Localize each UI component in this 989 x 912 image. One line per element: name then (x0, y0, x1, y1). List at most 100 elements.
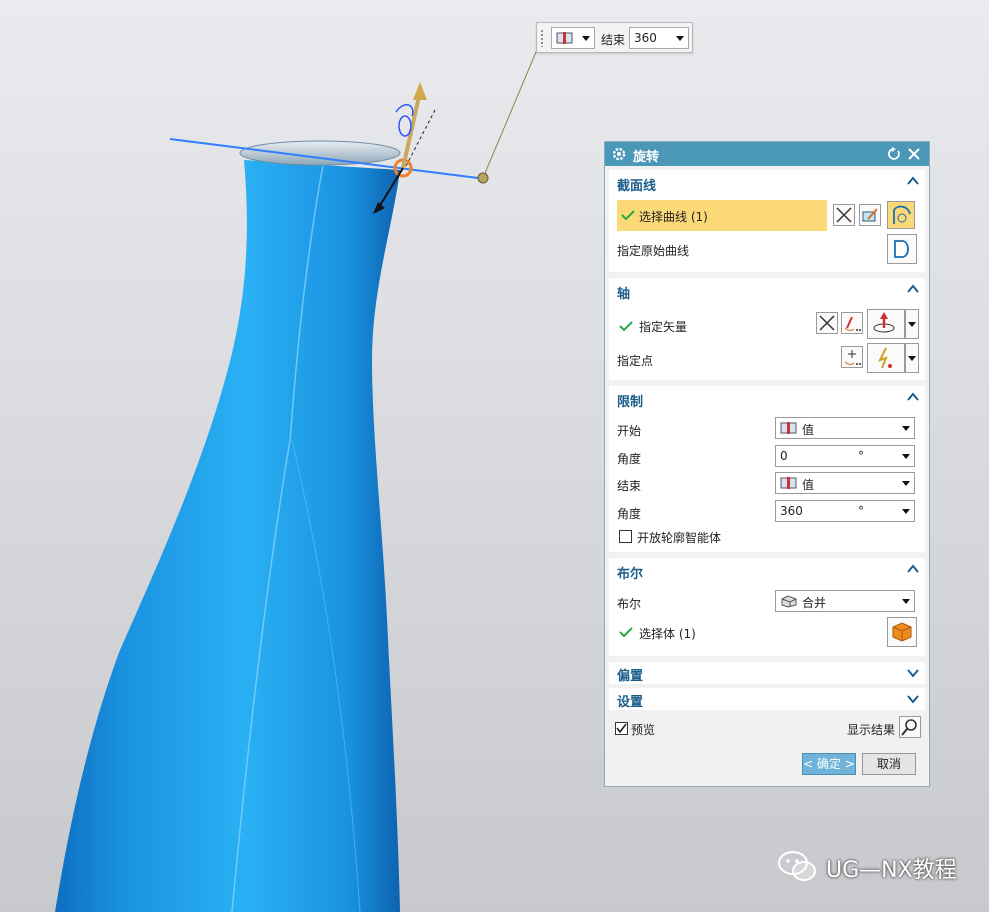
limit-type-dropdown[interactable] (551, 27, 595, 49)
boolean-label: 布尔 (617, 597, 642, 611)
unite-icon (781, 595, 797, 608)
section-header[interactable]: 布尔 (617, 563, 643, 582)
end-value-text: 360 (634, 31, 657, 45)
settings-group[interactable]: 设置 (609, 688, 925, 710)
value-book-icon (780, 422, 797, 434)
vector-more-dropdown[interactable] (905, 309, 919, 339)
end-label: 结束 (617, 479, 642, 493)
value-book-icon (556, 32, 573, 44)
wechat-logo-icon (778, 851, 816, 881)
original-curve-button[interactable] (887, 234, 917, 264)
boolean-type-select[interactable]: 合并 (775, 590, 915, 612)
select-body-label: 选择体 (1) (639, 627, 696, 641)
start-angle-field[interactable]: 0 ° (775, 445, 915, 467)
bottle-rim (239, 140, 401, 166)
start-type-select[interactable]: 值 (775, 417, 915, 439)
chevron-down-icon (902, 599, 910, 604)
point-dialog-button[interactable] (841, 346, 863, 368)
gear-icon (612, 147, 626, 161)
reverse-vector-button[interactable] (816, 312, 838, 334)
magnifier-icon (901, 719, 917, 736)
watermark-text: UG—NX教程 (826, 858, 957, 883)
preview-checkbox[interactable] (615, 722, 628, 735)
open-profile-label: 开放轮廓智能体 (637, 531, 722, 545)
limits-group: 限制 开始 值 角度 0 ° 结束 值 角度 360 ° 开放轮廓智能体 (609, 386, 925, 552)
specify-point-label: 指定点 (617, 354, 654, 368)
select-curve-label: 选择曲线 (1) (639, 210, 708, 224)
inferred-point-icon (878, 347, 892, 369)
reverse-direction-button[interactable] (833, 204, 855, 226)
close-icon[interactable] (907, 147, 921, 161)
cross-arrows-icon (819, 315, 835, 331)
section-header: 设置 (617, 695, 644, 710)
dialog-title-bar[interactable]: 旋转 (605, 142, 929, 166)
value-book-icon (780, 477, 797, 489)
drag-handle-end[interactable] (477, 172, 489, 184)
chevron-down-icon (902, 481, 910, 486)
offset-group[interactable]: 偏置 (609, 662, 925, 684)
checkmark-icon (616, 723, 627, 734)
point-more-dropdown[interactable] (905, 343, 919, 373)
revolve-dialog: 旋转 截面线 选择曲线 (1) 指定原始曲线 轴 指定矢量 指定点 限制 开始 … (604, 141, 930, 787)
check-icon (621, 210, 635, 220)
boolean-type-value: 合并 (802, 596, 827, 610)
chevron-up-icon[interactable] (907, 392, 919, 402)
preview-label: 预览 (631, 723, 656, 737)
check-icon (619, 627, 633, 637)
point-type-dropdown[interactable] (867, 343, 905, 373)
vector-constructor-icon (844, 316, 861, 331)
end-angle-label: 角度 (617, 507, 642, 521)
leader-line (482, 51, 537, 179)
chevron-up-icon[interactable] (907, 176, 919, 186)
section-header[interactable]: 轴 (617, 283, 630, 302)
end-angle-field[interactable]: 360 ° (775, 500, 915, 522)
angle-arc-icon (398, 115, 412, 137)
specify-vector-label: 指定矢量 (639, 320, 688, 334)
cancel-button[interactable]: 取消 (862, 753, 916, 775)
point-constructor-icon (844, 350, 861, 365)
axis-group: 轴 指定矢量 指定点 (609, 278, 925, 380)
end-angle-value: 360 (780, 504, 803, 518)
vector-dialog-button[interactable] (841, 312, 863, 334)
select-curve-row[interactable]: 选择曲线 (1) (617, 200, 827, 231)
chevron-down-icon (907, 695, 919, 704)
section-header[interactable]: 限制 (617, 391, 643, 410)
start-angle-value: 0 (780, 449, 788, 463)
solid-body-icon (892, 622, 912, 642)
check-icon (619, 321, 633, 331)
degree-unit: ° (858, 504, 864, 518)
chevron-down-icon (902, 454, 910, 459)
ok-button[interactable]: < 确定 > (802, 753, 856, 775)
end-value-field[interactable]: 360 (629, 27, 689, 49)
mini-toolbar: 结束 360 (536, 22, 693, 53)
vector-type-dropdown[interactable] (867, 309, 905, 339)
chevron-down-icon (908, 322, 916, 327)
show-result-button[interactable] (899, 716, 921, 738)
chevron-down-icon (582, 36, 590, 41)
end-type-select[interactable]: 值 (775, 472, 915, 494)
chevron-up-icon[interactable] (907, 284, 919, 294)
angle-arc-icon (395, 104, 414, 117)
curve-icon (893, 205, 911, 224)
chevron-down-icon (676, 36, 684, 41)
sketch-section-button[interactable] (859, 204, 881, 226)
cross-arrows-icon (836, 207, 852, 223)
curve-selection-button[interactable] (887, 201, 915, 229)
chevron-down-icon (908, 356, 916, 361)
grip-handle[interactable] (540, 29, 544, 47)
select-body-button[interactable] (887, 617, 917, 647)
open-profile-checkbox[interactable] (619, 530, 632, 543)
dialog-title: 旋转 (633, 150, 660, 165)
end-label: 结束 (601, 33, 626, 47)
reset-icon[interactable] (887, 147, 901, 161)
angle-handle-arrow[interactable] (401, 91, 422, 169)
section-curve-group: 截面线 选择曲线 (1) 指定原始曲线 (609, 170, 925, 272)
original-curve-icon (894, 240, 909, 258)
chevron-up-icon[interactable] (907, 564, 919, 574)
section-header[interactable]: 截面线 (617, 175, 656, 194)
inferred-vector-icon (873, 312, 895, 333)
chevron-down-icon (902, 509, 910, 514)
end-type-value: 值 (802, 478, 815, 492)
section-header: 偏置 (617, 669, 644, 684)
revolved-body[interactable] (55, 160, 400, 912)
